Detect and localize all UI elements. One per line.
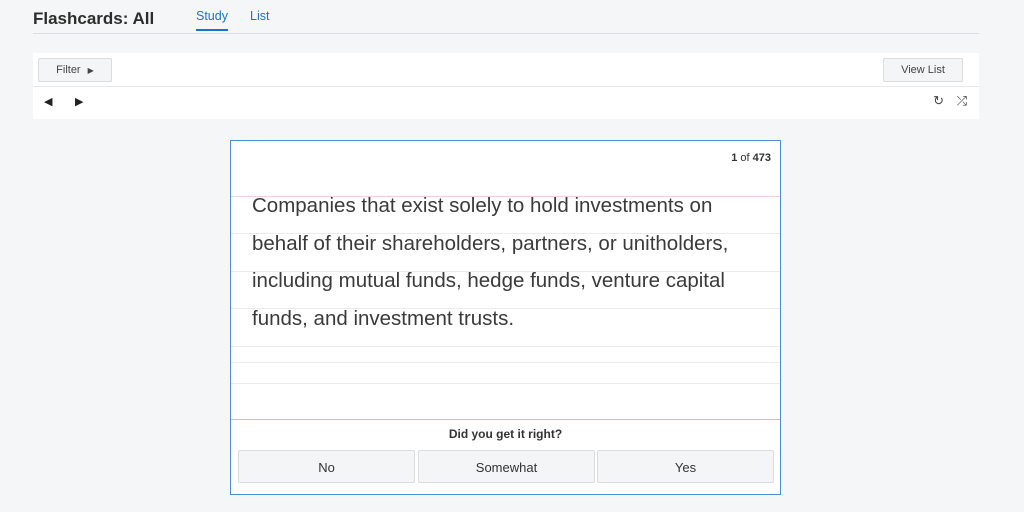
current-card-number: 1 [731,152,738,164]
shuffle-icon[interactable]: ⤮ [957,93,967,109]
filter-label: Filter [56,64,81,76]
reload-icon[interactable]: ↻ [933,93,944,109]
answer-no-button[interactable]: No [238,450,415,483]
page-title: Flashcards: All [33,9,155,28]
filter-button[interactable]: Filter ▶ [38,58,112,82]
flashcard-face[interactable]: 1 of 473 Companies that exist solely to … [231,141,780,420]
caret-right-icon: ▶ [87,66,94,75]
of-label: of [740,152,750,164]
next-card-icon[interactable]: ▶ [75,95,83,108]
toolbar-top-row [33,53,979,87]
flashcard: 1 of 473 Companies that exist solely to … [230,140,781,495]
card-counter: 1 of 473 [731,152,771,164]
total-card-count: 473 [752,152,771,164]
self-assessment-question: Did you get it right? [448,427,563,441]
answer-yes-button[interactable]: Yes [597,450,774,483]
view-list-button[interactable]: View List [883,58,963,82]
card-text: Companies that exist solely to hold inve… [252,194,729,330]
toolbar: Filter ▶ View List ◀ ▶ ↻ ⤮ [33,53,979,119]
previous-card-icon[interactable]: ◀ [44,95,52,108]
tab-list[interactable]: List [250,9,269,23]
tab-study[interactable]: Study [196,9,228,31]
answer-somewhat-button[interactable]: Somewhat [418,450,595,483]
page-header: Flashcards: All Study List [33,0,979,34]
